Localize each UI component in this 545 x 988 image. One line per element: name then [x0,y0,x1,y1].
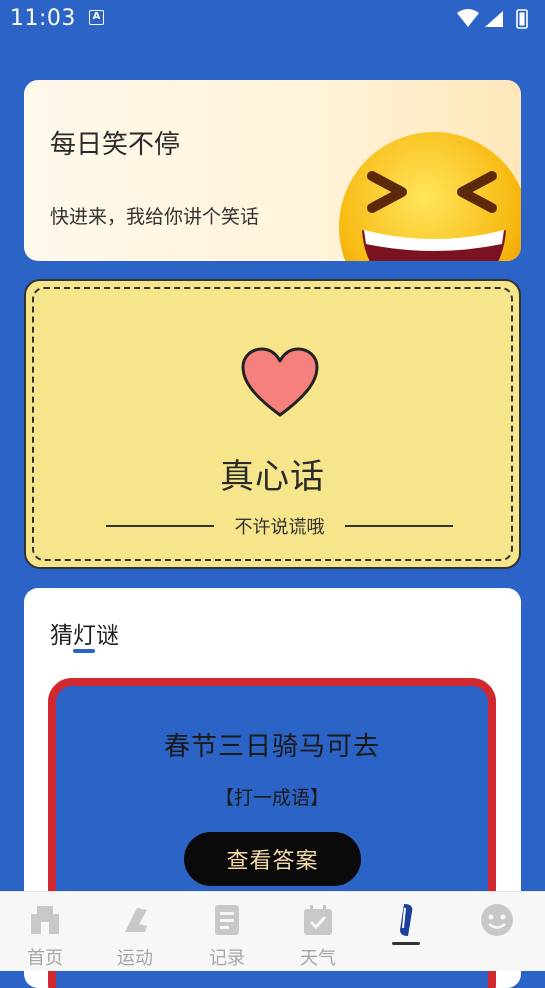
joke-card-title: 每日笑不停 [50,130,181,160]
notification-a-icon: A [89,10,104,25]
brush-icon [400,904,413,936]
bottom-nav: 首页 运动 记录 天气 [0,891,545,971]
nav-item-brush[interactable] [371,892,441,971]
smiley-face-icon [481,904,513,936]
nav-label-record: 记录 [209,948,245,969]
nav-label-home: 首页 [27,948,63,969]
heart-icon [241,347,319,417]
nav-item-weather[interactable]: 天气 [283,892,353,971]
riddle-section-title: 猜灯谜 [50,623,119,649]
nav-label-sport: 运动 [117,948,153,969]
divider-left [106,525,214,527]
notes-icon [215,905,239,935]
nav-item-record[interactable]: 记录 [192,892,262,971]
truth-card-subtitle: 不许说谎哦 [234,517,325,538]
truth-card[interactable]: 真心话 不许说谎哦 [24,279,521,569]
status-bar: 11:03 A [0,0,545,38]
home-icon [31,906,59,934]
calendar-check-icon [304,905,332,935]
riddle-hint: 【打一成语】 [214,787,329,809]
riddle-question: 春节三日骑马可去 [163,732,380,762]
nav-item-sport[interactable]: 运动 [100,892,170,971]
truth-card-title: 真心话 [220,457,325,497]
signal-icon [485,11,503,27]
truth-card-dashed-border: 真心话 不许说谎哦 [32,287,513,561]
joke-card-subtitle: 快进来，我给你讲个笑话 [50,206,260,228]
section-title-underline [73,649,95,653]
divider-right [345,525,453,527]
system-status-icons [457,9,528,29]
nav-item-me[interactable] [462,892,532,971]
active-tab-indicator [392,942,420,945]
nav-label-weather: 天气 [300,948,336,969]
wifi-icon [457,9,479,27]
joke-card[interactable]: 每日笑不停 快进来，我给你讲个笑话 [24,80,521,261]
nav-item-home[interactable]: 首页 [10,892,80,971]
sneaker-icon [125,908,147,932]
status-time: 11:03 [10,6,76,31]
view-answer-button[interactable]: 查看答案 [184,832,361,886]
laughing-emoji-icon [339,132,521,261]
